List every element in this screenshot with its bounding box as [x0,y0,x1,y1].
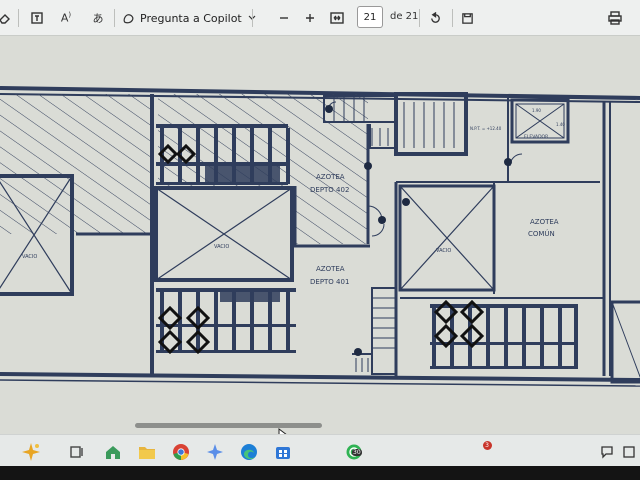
elevator-label: ELEVADOR [524,134,548,140]
dim-a-label: 1.90 [532,108,541,113]
home-icon[interactable] [102,441,124,463]
notification-dot: 3 [480,438,494,452]
fit-width-icon[interactable] [328,8,346,28]
azotea-402-label: AZOTEA [316,173,345,181]
text-box-icon[interactable] [27,8,47,28]
zoom-in-icon[interactable] [302,8,318,28]
task-view-icon[interactable] [66,441,88,463]
comun-label: COMÚN [528,229,555,238]
save-icon[interactable] [458,8,476,28]
vacio-label-center: VACIO [214,244,229,250]
vacio-label-left: VACIO [22,254,37,260]
whatsapp-icon[interactable]: 30 [344,441,366,463]
depto-402-label: DEPTO 402 [310,186,349,194]
npt-label: N.P.T. = +12.40 [470,126,502,131]
copilot-app-icon[interactable] [204,441,226,463]
screen: A) あ Pregunta a Copilot 21 de 21 VACIO A… [0,0,640,480]
page-total-label: de 21 [390,11,419,22]
depto-401-label: DEPTO 401 [310,278,349,286]
copilot-label: Pregunta a Copilot [140,11,242,25]
floor-plan: VACIO AZOTEA DEPTO 402 VACIO AZOTEA DEPT… [0,86,640,387]
taskbar: 30 3 [0,434,640,469]
chat-icon[interactable] [596,441,618,463]
azotea-comun-label: AZOTEA [530,218,559,226]
vacio-label-right: VACIO [436,248,451,254]
print-icon[interactable] [605,8,625,28]
edge-icon[interactable] [238,441,260,463]
store-icon[interactable] [272,441,294,463]
rotate-icon[interactable] [426,8,444,28]
translate-icon[interactable]: あ [88,8,108,28]
whatsapp-badge: 30 [352,449,362,456]
tray-badge: 3 [482,440,492,450]
read-aloud-icon[interactable]: A) [56,8,76,28]
azotea-401-label: AZOTEA [316,265,345,273]
horizontal-scroll-thumb[interactable] [135,423,322,428]
copilot-icon [123,13,134,23]
page-number-input[interactable]: 21 [357,6,383,28]
monitor-bezel [0,466,640,480]
file-explorer-icon[interactable] [136,441,158,463]
zoom-out-icon[interactable] [276,8,292,28]
copilot-sparkle-icon[interactable] [20,441,42,463]
dim-b-label: 1.40 [556,122,565,127]
pdf-toolbar: A) あ Pregunta a Copilot 21 de 21 [0,0,640,36]
ask-copilot-button[interactable]: Pregunta a Copilot [122,7,257,29]
eraser-icon[interactable] [0,8,14,28]
chrome-icon[interactable] [170,441,192,463]
document-viewport[interactable]: VACIO AZOTEA DEPTO 402 VACIO AZOTEA DEPT… [0,36,640,434]
notifications-icon[interactable] [618,441,640,463]
